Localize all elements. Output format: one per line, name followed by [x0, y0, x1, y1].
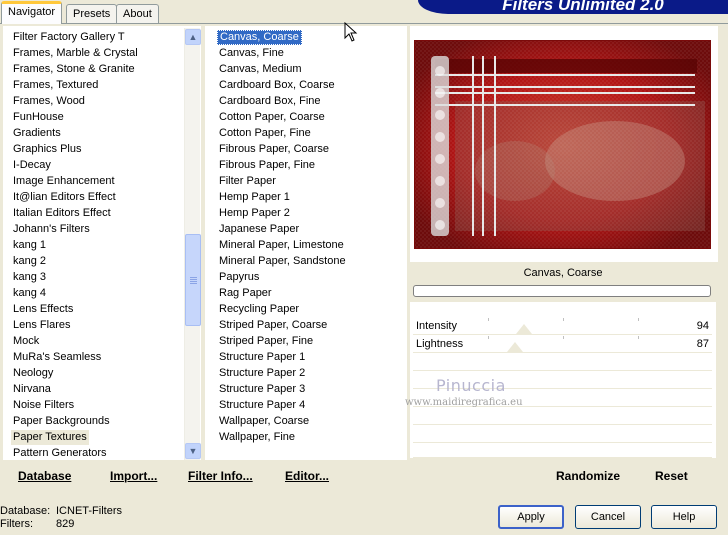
- filters-label: Filters:: [0, 518, 33, 530]
- app-title-banner: Filters Unlimited 2.0: [418, 0, 728, 14]
- watermark-url: www.maidiregrafica.eu: [405, 397, 523, 408]
- param-empty-row: [413, 354, 712, 371]
- filter-item[interactable]: Rag Paper: [217, 286, 274, 301]
- slider-thumb[interactable]: [507, 342, 523, 352]
- param-value: 87: [696, 338, 709, 350]
- filter-item[interactable]: Cotton Paper, Fine: [217, 126, 313, 141]
- filter-item[interactable]: Canvas, Coarse: [217, 30, 302, 45]
- filter-item[interactable]: Mineral Paper, Sandstone: [217, 254, 348, 269]
- category-item[interactable]: Paper Textures: [11, 430, 89, 445]
- filter-item[interactable]: Japanese Paper: [217, 222, 301, 237]
- filter-item[interactable]: Mineral Paper, Limestone: [217, 238, 346, 253]
- mouse-cursor-icon: [344, 22, 358, 42]
- category-item[interactable]: Graphics Plus: [11, 142, 83, 157]
- param-label: Intensity: [416, 320, 457, 332]
- filter-item[interactable]: Striped Paper, Fine: [217, 334, 315, 349]
- category-item[interactable]: Frames, Textured: [11, 78, 100, 93]
- category-item[interactable]: kang 1: [11, 238, 48, 253]
- filter-item[interactable]: Hemp Paper 1: [217, 190, 292, 205]
- category-item[interactable]: Neology: [11, 366, 55, 381]
- cancel-button[interactable]: Cancel: [575, 505, 641, 529]
- filter-name-label: Canvas, Coarse: [413, 262, 713, 284]
- category-scrollbar[interactable]: ▲ ▼: [184, 28, 201, 460]
- help-button[interactable]: Help: [651, 505, 717, 529]
- param-label: Lightness: [416, 338, 464, 350]
- import-button[interactable]: Import...: [110, 469, 157, 483]
- category-item[interactable]: FunHouse: [11, 110, 66, 125]
- category-item[interactable]: Nirvana: [11, 382, 53, 397]
- slider-thumb[interactable]: [516, 324, 532, 334]
- filter-item[interactable]: Canvas, Fine: [217, 46, 286, 61]
- tab-presets[interactable]: Presets: [66, 4, 118, 24]
- editor-button[interactable]: Editor...: [285, 469, 329, 483]
- category-item[interactable]: MuRa's Seamless: [11, 350, 103, 365]
- filter-item[interactable]: Wallpaper, Coarse: [217, 414, 311, 429]
- category-item[interactable]: Frames, Wood: [11, 94, 87, 109]
- category-item[interactable]: Italian Editors Effect: [11, 206, 113, 221]
- category-item[interactable]: Paper Backgrounds: [11, 414, 112, 429]
- category-list[interactable]: Filter Factory Gallery T Frames, Marble &…: [3, 26, 201, 460]
- preview-image: [414, 40, 711, 249]
- filter-list[interactable]: Canvas, Coarse Canvas, Fine Canvas, Medium…: [205, 26, 407, 460]
- filter-item[interactable]: Recycling Paper: [217, 302, 301, 317]
- category-item[interactable]: Noise Filters: [11, 398, 76, 413]
- filters-value: 829: [56, 518, 75, 530]
- tab-about[interactable]: About: [116, 4, 159, 24]
- scroll-up-button[interactable]: ▲: [185, 29, 201, 45]
- apply-button[interactable]: Apply: [498, 505, 564, 529]
- filter-item[interactable]: Striped Paper, Coarse: [217, 318, 329, 333]
- filter-info-button[interactable]: Filter Info...: [188, 469, 253, 483]
- database-button[interactable]: Database: [18, 469, 71, 483]
- category-item[interactable]: Image Enhancement: [11, 174, 117, 189]
- filter-item[interactable]: Cotton Paper, Coarse: [217, 110, 327, 125]
- scroll-thumb[interactable]: [185, 234, 201, 326]
- category-item[interactable]: Lens Effects: [11, 302, 75, 317]
- filter-item[interactable]: Fibrous Paper, Fine: [217, 158, 317, 173]
- category-item[interactable]: It@lian Editors Effect: [11, 190, 118, 205]
- filter-item[interactable]: Fibrous Paper, Coarse: [217, 142, 331, 157]
- category-item[interactable]: Lens Flares: [11, 318, 72, 333]
- param-empty-row: [413, 408, 712, 425]
- category-item[interactable]: Frames, Marble & Crystal: [11, 46, 140, 61]
- category-item[interactable]: kang 4: [11, 286, 48, 301]
- category-item[interactable]: Frames, Stone & Granite: [11, 62, 137, 77]
- filter-item[interactable]: Structure Paper 3: [217, 382, 307, 397]
- param-value: 94: [696, 320, 709, 332]
- filter-item[interactable]: Cardboard Box, Fine: [217, 94, 323, 109]
- filter-item[interactable]: Papyrus: [217, 270, 261, 285]
- param-intensity[interactable]: Intensity 94: [413, 318, 712, 335]
- watermark-name: Pinuccia: [436, 376, 506, 395]
- filter-item[interactable]: Structure Paper 4: [217, 398, 307, 413]
- filter-item[interactable]: Structure Paper 2: [217, 366, 307, 381]
- category-item[interactable]: Pattern Generators: [11, 446, 109, 460]
- category-item[interactable]: Gradients: [11, 126, 63, 141]
- tab-navigator[interactable]: Navigator: [1, 1, 63, 24]
- param-empty-row: [413, 444, 712, 458]
- filter-item[interactable]: Hemp Paper 2: [217, 206, 292, 221]
- category-item[interactable]: kang 2: [11, 254, 48, 269]
- category-item[interactable]: kang 3: [11, 270, 48, 285]
- category-item[interactable]: Johann's Filters: [11, 222, 92, 237]
- tab-strip: Navigator Presets About: [0, 0, 420, 24]
- reset-button[interactable]: Reset: [655, 469, 688, 483]
- database-value: ICNET-Filters: [56, 505, 122, 517]
- database-label: Database:: [0, 505, 51, 517]
- category-item[interactable]: Filter Factory Gallery T: [11, 30, 127, 45]
- category-item[interactable]: Mock: [11, 334, 41, 349]
- scroll-down-button[interactable]: ▼: [185, 443, 201, 459]
- filter-item[interactable]: Filter Paper: [217, 174, 278, 189]
- filter-item[interactable]: Structure Paper 1: [217, 350, 307, 365]
- filter-item[interactable]: Cardboard Box, Coarse: [217, 78, 337, 93]
- filter-item[interactable]: Wallpaper, Fine: [217, 430, 297, 445]
- param-lightness[interactable]: Lightness 87: [413, 336, 712, 353]
- filter-item[interactable]: Canvas, Medium: [217, 62, 304, 77]
- progress-bar: [413, 285, 711, 297]
- param-empty-row: [413, 426, 712, 443]
- randomize-button[interactable]: Randomize: [556, 469, 620, 483]
- category-item[interactable]: I-Decay: [11, 158, 53, 173]
